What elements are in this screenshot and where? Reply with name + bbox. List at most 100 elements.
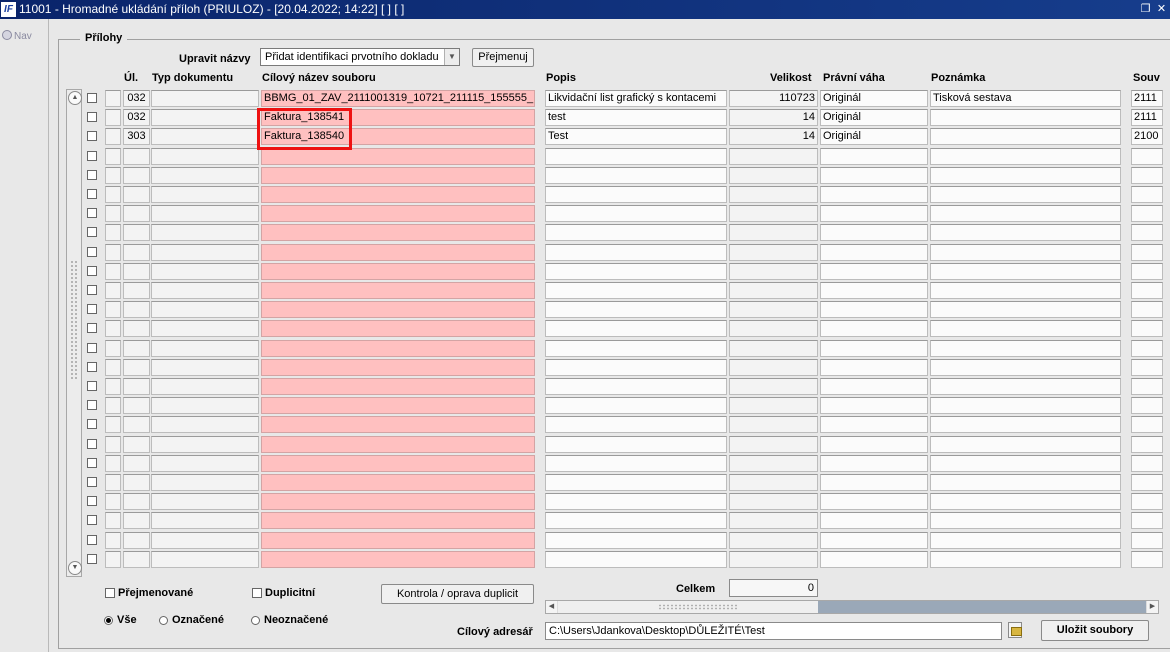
cell-note[interactable] — [930, 512, 1121, 529]
cell-ul[interactable] — [123, 532, 150, 549]
cell-target-name[interactable] — [261, 455, 535, 472]
cell-legal-weight[interactable] — [820, 474, 928, 491]
row-marker-cell[interactable] — [105, 532, 121, 549]
cell-description[interactable]: Likvidační list grafický s kontacemi — [545, 90, 727, 107]
row-marker-cell[interactable] — [105, 436, 121, 453]
cell-size[interactable] — [729, 244, 818, 261]
cell-related[interactable] — [1131, 436, 1163, 453]
table-horizontal-scrollbar[interactable]: ◀ ▶ — [545, 600, 1159, 614]
cell-note[interactable] — [930, 205, 1121, 222]
cell-related[interactable] — [1131, 320, 1163, 337]
cell-target-name[interactable] — [261, 532, 535, 549]
row-marker-cell[interactable] — [105, 205, 121, 222]
cell-size[interactable]: 14 — [729, 109, 818, 126]
filter-all-radio[interactable] — [104, 616, 113, 625]
cell-doc-type[interactable] — [151, 551, 259, 568]
cell-ul[interactable]: 032 — [123, 90, 150, 107]
cell-doc-type[interactable] — [151, 397, 259, 414]
cell-doc-type[interactable] — [151, 263, 259, 280]
cell-size[interactable] — [729, 532, 818, 549]
cell-note[interactable] — [930, 532, 1121, 549]
cell-doc-type[interactable] — [151, 109, 259, 126]
filter-marked-radio[interactable] — [159, 616, 168, 625]
cell-size[interactable] — [729, 512, 818, 529]
cell-ul[interactable] — [123, 320, 150, 337]
row-marker-cell[interactable] — [105, 340, 121, 357]
cell-description[interactable] — [545, 224, 727, 241]
cell-legal-weight[interactable] — [820, 148, 928, 165]
cell-size[interactable] — [729, 167, 818, 184]
cell-note[interactable] — [930, 224, 1121, 241]
cell-note[interactable] — [930, 263, 1121, 280]
cell-description[interactable] — [545, 167, 727, 184]
scroll-up-icon[interactable]: ▲ — [68, 91, 82, 105]
cell-note[interactable] — [930, 397, 1121, 414]
cell-doc-type[interactable] — [151, 301, 259, 318]
cell-legal-weight[interactable] — [820, 493, 928, 510]
cell-target-name[interactable] — [261, 224, 535, 241]
cell-note[interactable] — [930, 148, 1121, 165]
cell-note[interactable] — [930, 128, 1121, 145]
cell-description[interactable] — [545, 493, 727, 510]
row-select-checkbox[interactable] — [87, 362, 97, 372]
cell-ul[interactable] — [123, 436, 150, 453]
cell-description[interactable] — [545, 186, 727, 203]
cell-note[interactable] — [930, 244, 1121, 261]
cell-description[interactable] — [545, 551, 727, 568]
cell-description[interactable] — [545, 359, 727, 376]
row-marker-cell[interactable] — [105, 551, 121, 568]
row-select-checkbox[interactable] — [87, 496, 97, 506]
rename-button[interactable]: Přejmenuj — [472, 48, 534, 67]
cell-description[interactable]: Test — [545, 128, 727, 145]
cell-doc-type[interactable] — [151, 378, 259, 395]
cell-description[interactable] — [545, 436, 727, 453]
cell-size[interactable] — [729, 224, 818, 241]
cell-related[interactable] — [1131, 167, 1163, 184]
cell-target-name[interactable] — [261, 378, 535, 395]
row-marker-cell[interactable] — [105, 186, 121, 203]
cell-note[interactable] — [930, 378, 1121, 395]
cell-target-name[interactable] — [261, 301, 535, 318]
row-marker-cell[interactable] — [105, 224, 121, 241]
cell-size[interactable] — [729, 416, 818, 433]
cell-legal-weight[interactable] — [820, 282, 928, 299]
cell-legal-weight[interactable] — [820, 320, 928, 337]
cell-ul[interactable] — [123, 359, 150, 376]
cell-description[interactable] — [545, 301, 727, 318]
cell-target-name[interactable] — [261, 474, 535, 491]
cell-note[interactable] — [930, 493, 1121, 510]
cell-ul[interactable] — [123, 378, 150, 395]
cell-note[interactable] — [930, 436, 1121, 453]
row-marker-cell[interactable] — [105, 359, 121, 376]
cell-description[interactable] — [545, 205, 727, 222]
cell-doc-type[interactable] — [151, 224, 259, 241]
row-select-checkbox[interactable] — [87, 266, 97, 276]
cell-target-name[interactable] — [261, 436, 535, 453]
cell-legal-weight[interactable] — [820, 244, 928, 261]
cell-size[interactable] — [729, 301, 818, 318]
cell-note[interactable] — [930, 301, 1121, 318]
cell-ul[interactable] — [123, 186, 150, 203]
row-marker-cell[interactable] — [105, 320, 121, 337]
row-marker-cell[interactable] — [105, 109, 121, 126]
cell-note[interactable] — [930, 551, 1121, 568]
row-select-checkbox[interactable] — [87, 189, 97, 199]
cell-ul[interactable] — [123, 397, 150, 414]
cell-related[interactable] — [1131, 282, 1163, 299]
close-icon[interactable]: ✕ — [1155, 2, 1168, 16]
cell-target-name[interactable] — [261, 359, 535, 376]
row-marker-cell[interactable] — [105, 167, 121, 184]
cell-description[interactable] — [545, 397, 727, 414]
cell-related[interactable] — [1131, 378, 1163, 395]
cell-ul[interactable] — [123, 551, 150, 568]
cell-size[interactable] — [729, 436, 818, 453]
cell-ul[interactable] — [123, 474, 150, 491]
cell-related[interactable] — [1131, 493, 1163, 510]
row-select-checkbox[interactable] — [87, 247, 97, 257]
cell-size[interactable] — [729, 359, 818, 376]
cell-related[interactable] — [1131, 263, 1163, 280]
cell-note[interactable] — [930, 320, 1121, 337]
row-marker-cell[interactable] — [105, 282, 121, 299]
cell-description[interactable] — [545, 148, 727, 165]
row-select-checkbox[interactable] — [87, 323, 97, 333]
